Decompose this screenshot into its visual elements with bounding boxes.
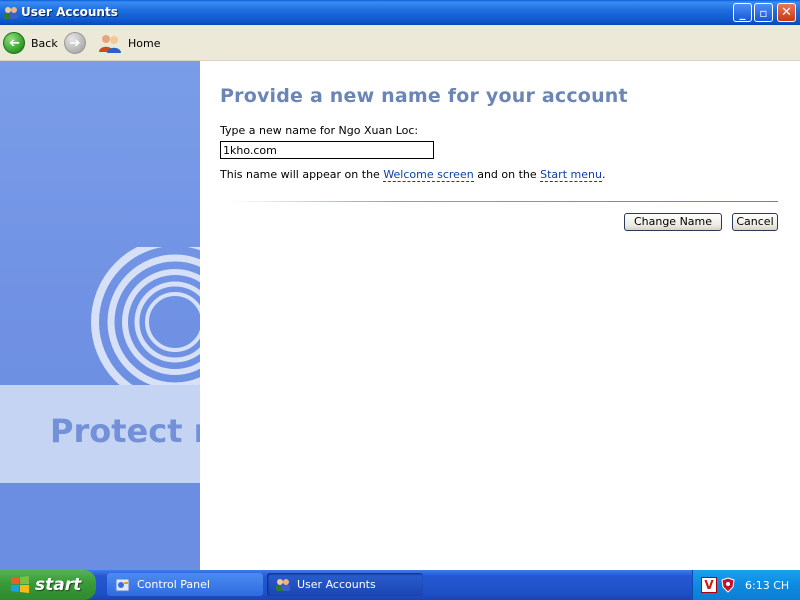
back-arrow-icon: ➔ bbox=[3, 32, 25, 54]
sidebar-banner: Protect m bbox=[0, 61, 200, 570]
antivirus-tray-icon[interactable]: V bbox=[701, 577, 717, 593]
home-users-icon bbox=[98, 32, 122, 54]
home-label: Home bbox=[128, 36, 161, 50]
forward-button[interactable]: ➔ bbox=[64, 31, 86, 55]
change-name-button[interactable]: Change Name bbox=[624, 213, 722, 231]
note-suffix-text: . bbox=[601, 168, 606, 181]
user-accounts-icon bbox=[275, 577, 291, 593]
note-middle-text: and on the bbox=[473, 168, 541, 181]
page-title: Provide a new name for your account bbox=[220, 85, 628, 107]
account-name-input[interactable] bbox=[220, 141, 434, 159]
minimize-button[interactable]: _ bbox=[733, 3, 752, 22]
decorative-rings-graphic bbox=[91, 247, 200, 397]
taskbar-item-control-panel[interactable]: Control Panel bbox=[107, 573, 263, 596]
home-button[interactable]: Home bbox=[98, 31, 160, 55]
taskbar-item-user-accounts[interactable]: User Accounts bbox=[267, 573, 423, 596]
name-usage-note: This name will appear on the Welcome scr… bbox=[220, 168, 606, 182]
shield-tray-icon[interactable] bbox=[721, 577, 735, 593]
divider bbox=[230, 201, 778, 202]
taskbar-item-label: Control Panel bbox=[137, 578, 210, 591]
start-label: start bbox=[35, 575, 82, 595]
name-prompt-label: Type a new name for Ngo Xuan Loc: bbox=[220, 124, 419, 137]
control-panel-icon bbox=[115, 577, 131, 593]
note-prefix-text: This name will appear on the bbox=[220, 168, 384, 181]
main-content: Provide a new name for your account Type… bbox=[200, 61, 800, 570]
welcome-screen-link[interactable]: Welcome screen bbox=[383, 168, 474, 182]
taskbar: start Control Panel User Accounts V 6:13… bbox=[0, 570, 800, 600]
system-tray: V 6:13 CH bbox=[692, 570, 800, 600]
maximize-button[interactable]: ▫ bbox=[754, 3, 773, 22]
banner-text: Protect m bbox=[50, 412, 200, 450]
user-accounts-icon bbox=[3, 5, 19, 21]
close-button[interactable]: ✕ bbox=[777, 3, 796, 22]
cancel-button[interactable]: Cancel bbox=[732, 213, 778, 231]
start-button[interactable]: start bbox=[0, 570, 96, 600]
forward-arrow-icon: ➔ bbox=[64, 32, 86, 54]
taskbar-item-label: User Accounts bbox=[297, 578, 376, 591]
title-bar[interactable]: User Accounts _ ▫ ✕ bbox=[0, 0, 800, 25]
navigation-toolbar: ➔ Back ➔ Home bbox=[0, 25, 800, 61]
start-menu-link[interactable]: Start menu bbox=[540, 168, 602, 182]
windows-logo-icon bbox=[10, 575, 30, 595]
clock[interactable]: 6:13 CH bbox=[745, 579, 789, 592]
back-label: Back bbox=[31, 36, 58, 50]
back-button[interactable]: ➔ Back bbox=[3, 31, 58, 55]
window-title: User Accounts bbox=[21, 5, 118, 19]
